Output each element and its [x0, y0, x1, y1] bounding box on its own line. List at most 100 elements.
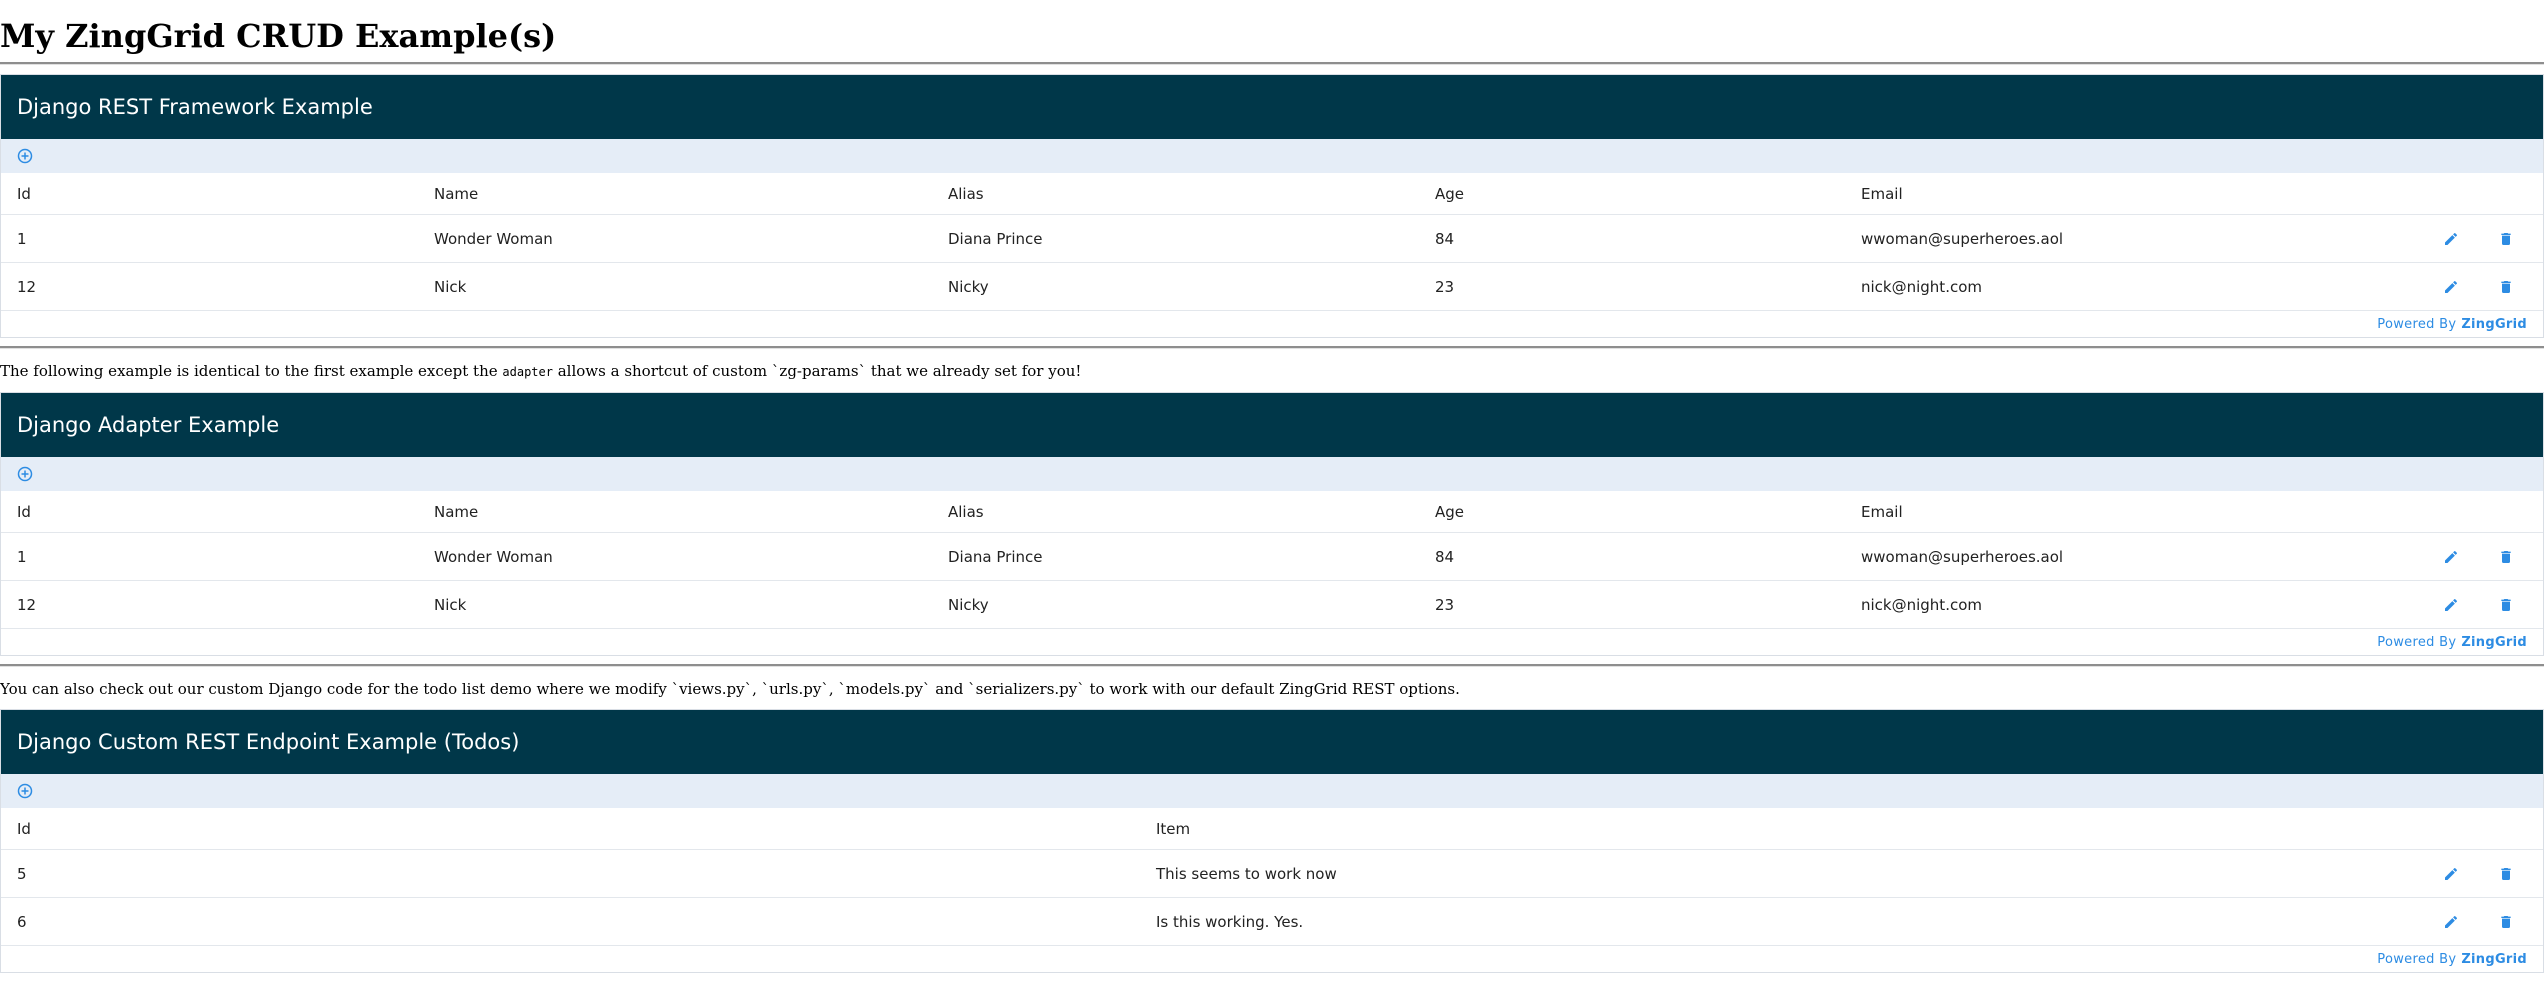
column-header-age[interactable]: Age: [1435, 185, 1464, 203]
cell-email: nick@night.com: [1861, 595, 1982, 614]
adapter-code: adapter: [502, 365, 553, 379]
column-header-email[interactable]: Email: [1861, 185, 1903, 203]
table-header-row: Id Item: [1, 808, 2543, 850]
delete-button[interactable]: [2496, 547, 2516, 567]
table-header-row: Id Name Alias Age Email: [1, 491, 2543, 533]
table-row: 5 This seems to work now: [1, 850, 2543, 898]
cell-age: 84: [1435, 547, 1455, 566]
grid-controls: [1, 774, 2543, 808]
table-row: 1 Wonder Woman Diana Prince 84 wwoman@su…: [1, 533, 2543, 581]
grid-caption: Django Custom REST Endpoint Example (Tod…: [1, 710, 2543, 774]
edit-button[interactable]: [2441, 595, 2461, 615]
delete-button[interactable]: [2496, 595, 2516, 615]
column-header-id[interactable]: Id: [17, 503, 31, 521]
delete-button[interactable]: [2496, 912, 2516, 932]
cell-id: 1: [17, 547, 27, 566]
trash-icon: [2501, 598, 2511, 611]
grid-django-adapter: Django Adapter Example Id Name Alias Age…: [0, 392, 2544, 656]
delete-button[interactable]: [2496, 864, 2516, 884]
grid-django-todos: Django Custom REST Endpoint Example (Tod…: [0, 709, 2544, 973]
edit-button[interactable]: [2441, 229, 2461, 249]
column-header-id[interactable]: Id: [17, 185, 31, 203]
trash-icon: [2501, 280, 2511, 293]
plus-circle-icon: [17, 148, 33, 164]
grid-footer: Powered By ZingGrid: [1, 946, 2543, 972]
pencil-icon: [2445, 550, 2458, 563]
add-record-button[interactable]: [15, 146, 35, 166]
column-header-name[interactable]: Name: [434, 503, 478, 521]
trash-icon: [2501, 915, 2511, 928]
powered-by-label: Powered By: [2377, 951, 2457, 967]
grid-footer: Powered By ZingGrid: [1, 311, 2543, 337]
zinggrid-brand-link[interactable]: ZingGrid: [2461, 317, 2527, 332]
cell-age: 23: [1435, 277, 1455, 296]
cell-alias: Diana Prince: [948, 229, 1043, 248]
column-header-item[interactable]: Item: [1156, 820, 1190, 838]
edit-button[interactable]: [2441, 912, 2461, 932]
pencil-icon: [2445, 915, 2458, 928]
row-actions: [2423, 898, 2543, 945]
cell-email: nick@night.com: [1861, 277, 1982, 296]
column-header-alias[interactable]: Alias: [948, 185, 984, 203]
todos-note: You can also check out our custom Django…: [0, 680, 1460, 698]
plus-circle-icon: [17, 466, 33, 482]
pencil-icon: [2445, 280, 2458, 293]
column-header-alias[interactable]: Alias: [948, 503, 984, 521]
column-header-id[interactable]: Id: [17, 820, 31, 838]
cell-alias: Nicky: [948, 277, 989, 296]
cell-email: wwoman@superheroes.aol: [1861, 229, 2064, 248]
powered-by-label: Powered By: [2377, 634, 2457, 650]
cell-email: wwoman@superheroes.aol: [1861, 547, 2064, 566]
table-header-row: Id Name Alias Age Email: [1, 173, 2543, 215]
table-row: 12 Nick Nicky 23 nick@night.com: [1, 263, 2543, 311]
cell-age: 23: [1435, 595, 1455, 614]
cell-name: Wonder Woman: [434, 229, 553, 248]
cell-name: Nick: [434, 277, 467, 296]
pencil-icon: [2445, 598, 2458, 611]
edit-button[interactable]: [2441, 864, 2461, 884]
grid-controls: [1, 139, 2543, 173]
adapter-note: The following example is identical to th…: [0, 362, 1082, 380]
edit-button[interactable]: [2441, 547, 2461, 567]
column-header-email[interactable]: Email: [1861, 503, 1903, 521]
cell-id: 5: [17, 864, 27, 883]
zinggrid-brand-link[interactable]: ZingGrid: [2461, 952, 2527, 967]
cell-id: 12: [17, 277, 37, 296]
plus-circle-icon: [17, 783, 33, 799]
add-record-button[interactable]: [15, 781, 35, 801]
column-header-age[interactable]: Age: [1435, 503, 1464, 521]
table-row: 12 Nick Nicky 23 nick@night.com: [1, 581, 2543, 629]
row-actions: [2423, 581, 2543, 628]
edit-button[interactable]: [2441, 277, 2461, 297]
row-actions: [2423, 215, 2543, 262]
powered-by-label: Powered By: [2377, 316, 2457, 332]
column-header-name[interactable]: Name: [434, 185, 478, 203]
table-row: 1 Wonder Woman Diana Prince 84 wwoman@su…: [1, 215, 2543, 263]
pencil-icon: [2445, 867, 2458, 880]
trash-icon: [2501, 232, 2511, 245]
delete-button[interactable]: [2496, 277, 2516, 297]
delete-button[interactable]: [2496, 229, 2516, 249]
page-title: My ZingGrid CRUD Example(s): [0, 17, 557, 55]
add-record-button[interactable]: [15, 464, 35, 484]
grid-caption: Django Adapter Example: [1, 393, 2543, 457]
separator: [0, 62, 2544, 65]
cell-id: 12: [17, 595, 37, 614]
pencil-icon: [2445, 232, 2458, 245]
trash-icon: [2501, 867, 2511, 880]
cell-name: Wonder Woman: [434, 547, 553, 566]
cell-alias: Diana Prince: [948, 547, 1043, 566]
cell-item: This seems to work now: [1156, 864, 1337, 883]
zinggrid-brand-link[interactable]: ZingGrid: [2461, 635, 2527, 650]
cell-id: 1: [17, 229, 27, 248]
grid-django-rest: Django REST Framework Example Id Name Al…: [0, 74, 2544, 338]
grid-footer: Powered By ZingGrid: [1, 629, 2543, 655]
cell-id: 6: [17, 912, 27, 931]
cell-name: Nick: [434, 595, 467, 614]
row-actions: [2423, 850, 2543, 897]
table-row: 6 Is this working. Yes.: [1, 898, 2543, 946]
cell-age: 84: [1435, 229, 1455, 248]
row-actions: [2423, 533, 2543, 580]
trash-icon: [2501, 550, 2511, 563]
cell-item: Is this working. Yes.: [1156, 912, 1304, 931]
